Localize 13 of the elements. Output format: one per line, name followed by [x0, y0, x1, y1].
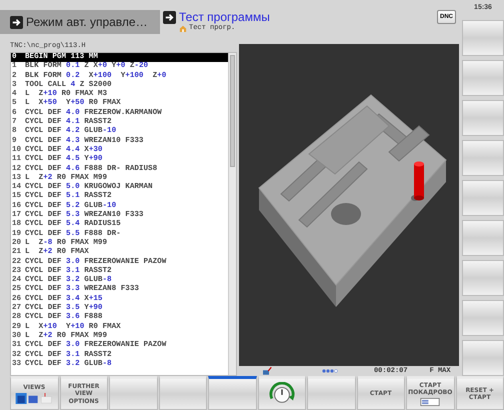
progress-dots-icon: [322, 369, 338, 373]
tool-drawing: [414, 162, 424, 200]
home-icon: [179, 24, 187, 32]
softkey[interactable]: [208, 376, 256, 410]
softkey[interactable]: [258, 376, 306, 410]
cube-views-icon: [15, 393, 54, 404]
window-title: Тест программы: [179, 10, 270, 24]
mode-icon: [10, 16, 23, 28]
workpiece-icon: [262, 367, 272, 375]
mode-icon: [163, 10, 176, 24]
scrollbar[interactable]: [228, 53, 236, 375]
block-list-icon: [419, 398, 442, 406]
mode-tab[interactable]: Режим авт. управле…: [0, 10, 160, 34]
